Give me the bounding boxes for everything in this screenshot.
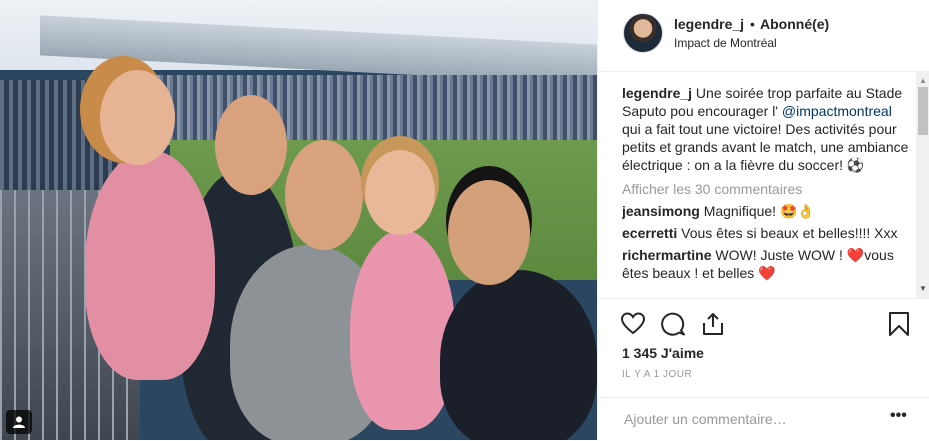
location-link[interactable]: Impact de Montréal xyxy=(674,36,777,50)
post-header: legendre_j • Abonné(e) Impact de Montréa… xyxy=(598,0,929,72)
caption: legendre_j Une soirée trop parfaite au S… xyxy=(622,84,912,174)
follow-button[interactable]: Abonné(e) xyxy=(760,16,829,32)
author-username[interactable]: legendre_j xyxy=(674,16,744,32)
photo-person-teen xyxy=(440,270,597,440)
photo-head-girl-right xyxy=(365,150,435,235)
scrollbar-thumb[interactable] xyxy=(918,87,928,135)
photo-head-man-center xyxy=(285,140,363,250)
comment-item: richermartine WOW! Juste WOW ! ❤️vous êt… xyxy=(622,246,912,282)
comment-username[interactable]: jeansimong xyxy=(622,203,700,219)
more-options-icon[interactable]: ••• xyxy=(890,407,907,425)
bookmark-icon[interactable] xyxy=(886,311,912,337)
user-tag-icon[interactable] xyxy=(6,410,32,434)
likes-count[interactable]: 1 345 J'aime xyxy=(622,345,704,361)
add-comment-bar: ••• xyxy=(598,397,929,441)
caption-text-after: qui a fait tout une victoire! Des activi… xyxy=(622,121,909,173)
scroll-up-arrow-icon[interactable]: ▲ xyxy=(919,76,927,85)
post-photo[interactable] xyxy=(0,0,597,440)
comment-input[interactable] xyxy=(622,410,876,428)
photo-head-man-left xyxy=(215,95,287,195)
header-separator: • xyxy=(750,16,755,32)
comments-scrollbar[interactable]: ▲ ▼ xyxy=(916,72,929,298)
caption-username[interactable]: legendre_j xyxy=(622,85,692,101)
avatar[interactable] xyxy=(623,13,663,53)
comment-username[interactable]: ecerretti xyxy=(622,225,677,241)
view-all-comments-link[interactable]: Afficher les 30 commentaires xyxy=(622,180,912,198)
bookmark-glyph xyxy=(889,312,909,336)
comment-text: Vous êtes si beaux et belles!!!! Xxx xyxy=(681,225,898,241)
comments-list[interactable]: legendre_j Une soirée trop parfaite au S… xyxy=(622,84,912,298)
share-glyph xyxy=(703,313,723,335)
comment-text: Magnifique! 🤩👌 xyxy=(703,203,815,219)
user-tag-glyph xyxy=(13,416,25,428)
comment-icon[interactable] xyxy=(660,311,686,337)
comment-item: jeansimong Magnifique! 🤩👌 xyxy=(622,202,912,220)
heart-glyph xyxy=(620,312,646,335)
comment-glyph xyxy=(661,312,685,336)
post-sidebar: legendre_j • Abonné(e) Impact de Montréa… xyxy=(597,0,929,440)
photo-person-girl-right xyxy=(350,230,455,430)
photo-head-teen xyxy=(448,180,530,285)
scroll-down-arrow-icon[interactable]: ▼ xyxy=(919,284,927,293)
heart-icon[interactable] xyxy=(620,311,646,337)
comment-item: ecerretti Vous êtes si beaux et belles!!… xyxy=(622,224,912,242)
photo-head-girl-left xyxy=(100,70,175,165)
photo-person-girl-left xyxy=(85,150,215,380)
post-actions: 1 345 J'aime IL Y A 1 JOUR ••• xyxy=(598,298,929,440)
share-icon[interactable] xyxy=(700,311,726,337)
caption-mention[interactable]: @impactmontreal xyxy=(782,103,892,119)
comment-username[interactable]: richermartine xyxy=(622,247,711,263)
post-timestamp[interactable]: IL Y A 1 JOUR xyxy=(622,369,692,380)
